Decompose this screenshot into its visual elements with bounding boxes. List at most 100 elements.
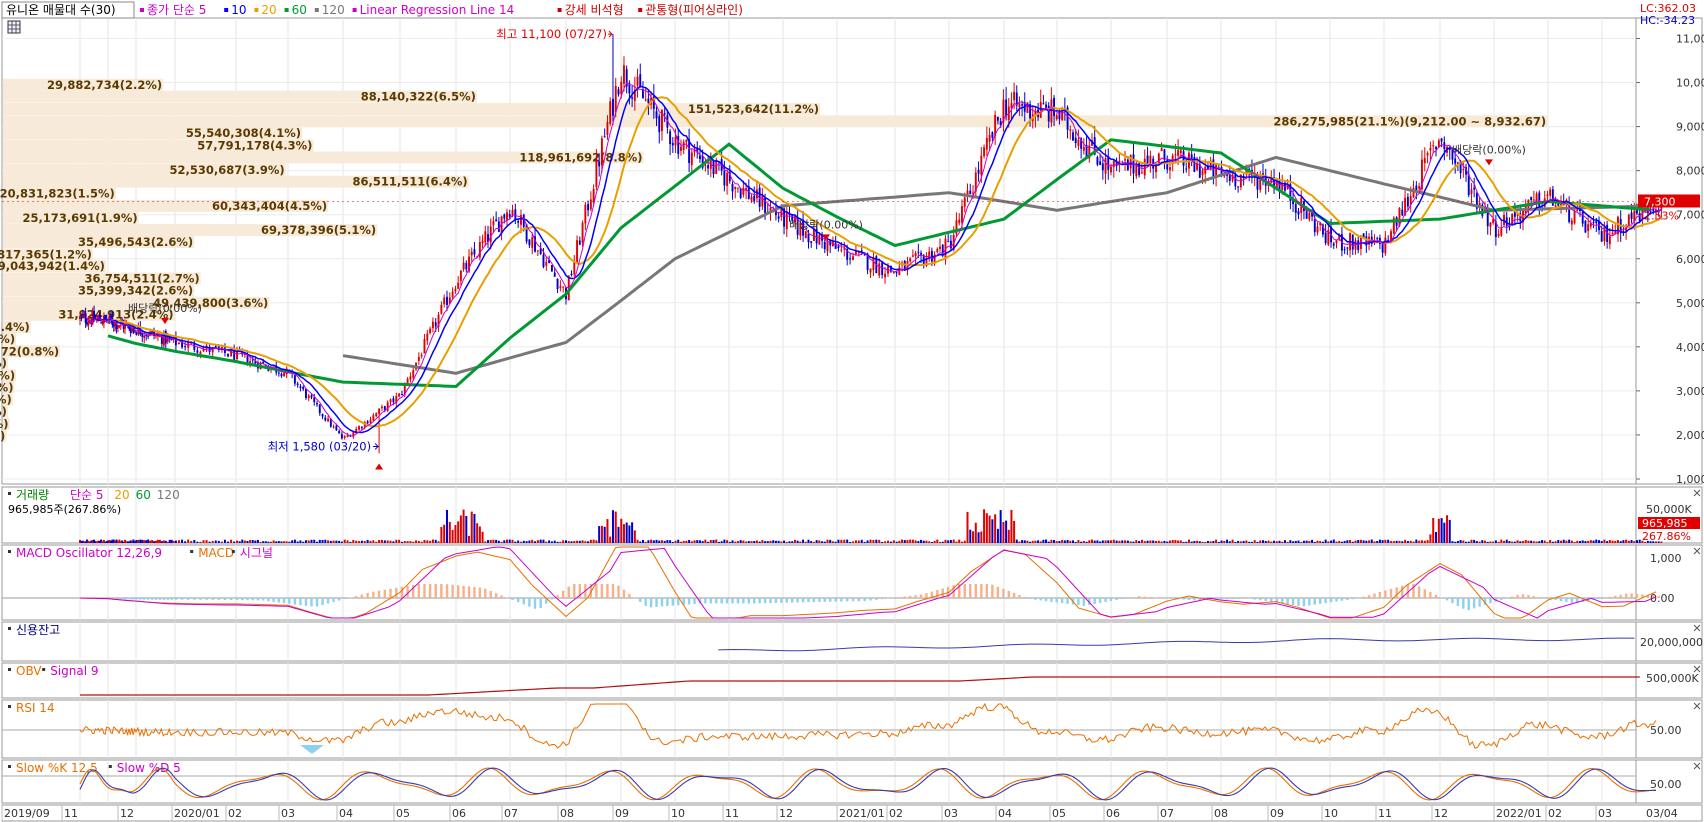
- volume-bar: [426, 540, 429, 543]
- volume-bar: [181, 539, 184, 543]
- volume-bar: [1112, 539, 1115, 543]
- macd-bar: [132, 598, 135, 600]
- legend-swatch: [638, 8, 643, 12]
- volume-bar: [1522, 541, 1525, 543]
- volume-bar: [928, 541, 931, 543]
- volume-bar: [807, 539, 810, 543]
- macd-bar: [742, 598, 745, 604]
- volume-bar: [409, 541, 412, 543]
- candle-body: [1072, 132, 1074, 141]
- x-axis-label: 11: [64, 807, 78, 820]
- macd-bar: [516, 598, 520, 603]
- volume-bar: [1163, 540, 1166, 543]
- macd-bar: [1472, 598, 1476, 609]
- macd-bar: [1478, 598, 1481, 607]
- volume-bar: [783, 540, 786, 543]
- macd-bar: [880, 598, 884, 600]
- volume-bar: [609, 536, 612, 543]
- candle-body: [346, 435, 349, 438]
- volume-bar: [1478, 541, 1481, 543]
- volume-bar: [1055, 541, 1058, 543]
- candle-body: [443, 297, 446, 305]
- volume-bar: [539, 539, 542, 543]
- volume-bar: [1423, 540, 1426, 543]
- panel-title-bullet: [231, 550, 235, 553]
- volume-bar: [660, 540, 663, 543]
- volume-bar: [709, 540, 712, 543]
- macd-bar: [715, 598, 718, 604]
- table-icon[interactable]: [7, 20, 21, 34]
- volume-bar: [1456, 540, 1459, 543]
- macd-bar: [489, 590, 492, 598]
- volume-bar: [1654, 541, 1657, 543]
- volume-bar: [728, 541, 731, 543]
- macd-bar: [462, 585, 465, 598]
- candle-body: [517, 220, 520, 223]
- volume-bar: [1565, 540, 1568, 543]
- candle-body: [914, 253, 917, 256]
- volume-bar: [1459, 540, 1462, 543]
- volume-bar: [1319, 541, 1322, 543]
- candle-body: [495, 219, 498, 222]
- volume-bar: [682, 540, 685, 543]
- volume-bar: [548, 540, 551, 543]
- volume-bar: [1077, 540, 1080, 543]
- volume-bar: [145, 540, 148, 543]
- volume-bar: [476, 523, 479, 543]
- header-legend-item: 종가 단순 5: [147, 3, 206, 17]
- panel-title-bullet: [8, 705, 11, 708]
- candle-body: [412, 370, 415, 378]
- volume-bar: [366, 539, 369, 543]
- volume-bar: [988, 515, 991, 543]
- volume-bar: [139, 539, 142, 543]
- volume-bar: [696, 540, 699, 543]
- rsi-panel: [1, 699, 1637, 759]
- volume-bar: [960, 541, 963, 543]
- candle-body: [1160, 148, 1163, 152]
- candle-body: [1546, 194, 1549, 196]
- candle-body: [655, 111, 658, 119]
- volume-bar: [431, 539, 434, 543]
- candle-body: [318, 404, 321, 414]
- volume-bar: [1074, 541, 1077, 543]
- volume-bar: [277, 541, 280, 543]
- candle-body: [1454, 158, 1457, 164]
- macd-bar: [326, 598, 330, 604]
- macd-bar: [1171, 598, 1174, 599]
- volume-bar: [570, 541, 573, 543]
- volume-bar: [1313, 541, 1316, 543]
- volume-bar: [755, 540, 758, 543]
- volume-bar: [1349, 539, 1352, 543]
- macd-bar: [1236, 598, 1240, 599]
- volume-bar: [1321, 541, 1324, 543]
- macd-bar: [567, 586, 570, 598]
- credit-title: 신용잔고: [16, 623, 60, 637]
- candle-body: [1294, 204, 1297, 213]
- change-pct: 2.53%: [1644, 209, 1679, 222]
- candle-body: [1112, 160, 1115, 168]
- volume-bar: [1029, 541, 1032, 543]
- candle-body: [1297, 211, 1300, 215]
- volume-bar: [522, 540, 525, 543]
- y-tick-label: 9,000: [1676, 121, 1704, 134]
- volume-bar: [1182, 541, 1185, 543]
- macd-bar: [1373, 593, 1376, 598]
- volume-profile-label: 52,530,687(3.9%): [170, 163, 285, 177]
- volume-bar: [884, 541, 887, 543]
- volume-bar: [911, 539, 914, 543]
- candle-body: [644, 99, 647, 101]
- volume-bar: [933, 540, 936, 543]
- obv-signal-label: Signal 9: [50, 664, 98, 678]
- stock-chart: 유니온 매물대 수(30) 종가 단순 5 10 20 60 120 Linear Regr…: [0, 1, 1704, 822]
- macd-bar: [666, 598, 669, 607]
- volume-bar: [249, 540, 252, 543]
- volume-bar: [991, 519, 994, 543]
- macd-bar: [428, 584, 432, 598]
- volume-bar: [852, 541, 855, 543]
- volume-bar: [1426, 540, 1429, 543]
- volume-bar: [417, 541, 420, 543]
- volume-bar: [589, 539, 592, 543]
- macd-bar: [1302, 598, 1306, 607]
- candle-body: [576, 240, 578, 263]
- volume-bar: [576, 540, 579, 543]
